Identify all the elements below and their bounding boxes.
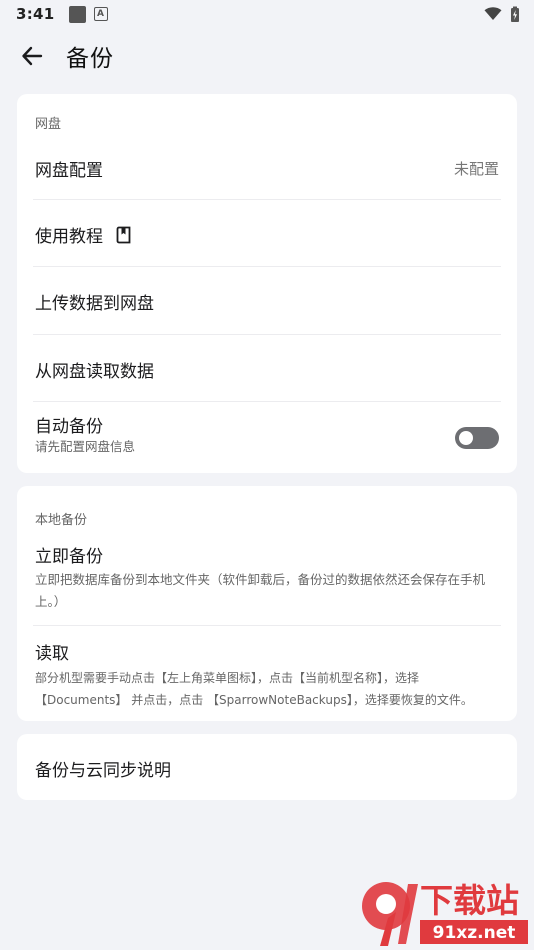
book-icon <box>117 226 131 244</box>
back-button[interactable] <box>12 36 52 76</box>
notification-a-icon: A <box>93 7 108 21</box>
section-label-local: 本地备份 <box>35 513 88 528</box>
upload-row[interactable]: 上传数据到网盘 <box>17 267 517 333</box>
watermark-small-text: 91xz.net <box>433 923 516 943</box>
auto-backup-toggle[interactable] <box>455 427 499 449</box>
tutorial-label: 使用教程 <box>35 222 132 247</box>
backup-info-card[interactable]: 备份与云同步说明 <box>17 734 517 800</box>
status-bar: 3:41 A <box>0 0 534 28</box>
cloud-config-label: 网盘配置 <box>35 161 103 181</box>
backup-now-subtitle: 立即把数据库备份到本地文件夹（软件卸载后，备份过的数据依然还会保存在手机上。） <box>35 572 486 609</box>
cloud-backup-card: 网盘 网盘配置 未配置 使用教程 上传数据到网盘 从网盘读取数据 自动备份 请先… <box>17 94 517 473</box>
tutorial-label-text: 使用教程 <box>35 227 103 247</box>
battery-charging-icon <box>511 6 519 22</box>
backup-info-label: 备份与云同步说明 <box>35 761 171 781</box>
page-title: 备份 <box>66 46 114 72</box>
arrow-left-icon <box>22 46 43 66</box>
local-backup-card: 本地备份 立即备份 立即把数据库备份到本地文件夹（软件卸载后，备份过的数据依然还… <box>17 486 517 721</box>
download-label: 从网盘读取数据 <box>35 362 154 382</box>
toggle-knob <box>459 431 473 445</box>
cloud-config-value: 未配置 <box>453 160 499 178</box>
status-right-icons <box>484 6 520 23</box>
backup-now-row[interactable]: 立即备份 立即把数据库备份到本地文件夹（软件卸载后，备份过的数据依然还会保存在手… <box>17 536 517 624</box>
tutorial-row[interactable]: 使用教程 <box>17 200 517 266</box>
restore-label: 读取 <box>35 644 69 664</box>
upload-label: 上传数据到网盘 <box>35 294 154 314</box>
section-label-cloud: 网盘 <box>35 117 62 132</box>
auto-backup-label: 自动备份 <box>35 417 103 437</box>
auto-backup-subtitle: 请先配置网盘信息 <box>35 439 136 454</box>
watermark-logo: 下载站 91xz.net <box>358 876 530 948</box>
status-time: 3:41 <box>16 5 55 23</box>
notification-square-icon <box>68 5 86 23</box>
app-bar: 备份 <box>0 30 534 82</box>
auto-backup-row[interactable]: 自动备份 请先配置网盘信息 <box>17 402 517 470</box>
backup-now-label: 立即备份 <box>35 547 103 567</box>
cloud-config-row[interactable]: 网盘配置 未配置 <box>17 138 517 198</box>
restore-row[interactable]: 读取 部分机型需要手动点击【左上角菜单图标】，点击【当前机型名称】，选择【Doc… <box>17 626 517 718</box>
restore-subtitle: 部分机型需要手动点击【左上角菜单图标】，点击【当前机型名称】，选择【Docume… <box>35 671 473 707</box>
wifi-icon <box>484 7 502 20</box>
download-row[interactable]: 从网盘读取数据 <box>17 335 517 401</box>
watermark-big-text: 下载站 <box>420 881 519 920</box>
